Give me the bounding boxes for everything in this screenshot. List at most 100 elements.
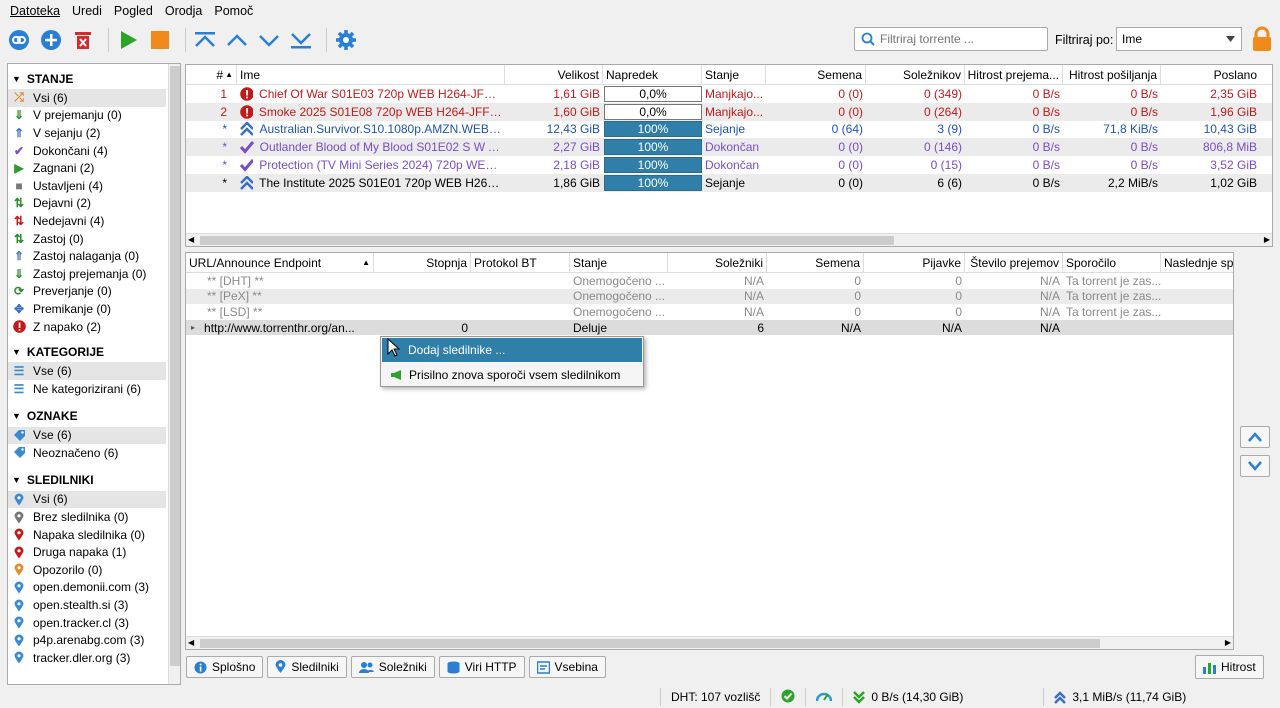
status-filter-item[interactable]: ⇅ Zastoj (0) <box>8 230 166 248</box>
add-torrent-button[interactable] <box>38 27 64 53</box>
sidebar-scrollbar[interactable] <box>168 64 180 684</box>
column-header-tracker-peers[interactable]: Soležniki <box>668 253 767 272</box>
tracker-row[interactable]: ** [PeX] ** Onemogočeno ... N/A 0 0 N/A Ta tor… <box>186 288 1233 305</box>
pause-button[interactable] <box>147 27 173 53</box>
status-filter-item[interactable]: ■ Ustavljeni (4) <box>8 177 166 195</box>
torrent-row[interactable]: 2 Smoke 2025 S01E08 720p WEB H264-JFF[EZT… <box>186 102 1272 121</box>
tracker-filter-item[interactable]: open.demonii.com (3) <box>8 579 166 597</box>
add-link-button[interactable] <box>6 27 32 53</box>
tab-content[interactable]: Vsebina <box>528 656 606 678</box>
status-filter-item[interactable]: ⇓ Zastoj prejemanja (0) <box>8 265 166 283</box>
torrent-list-hscrollbar[interactable]: ◀ ▶ <box>186 233 1272 246</box>
column-header-next-announce[interactable]: Naslednje spo <box>1161 253 1233 272</box>
lock-button[interactable] <box>1250 26 1274 55</box>
scroll-left-icon[interactable]: ◀ <box>188 638 194 647</box>
column-header-uploaded[interactable]: Poslano <box>1161 65 1260 84</box>
scroll-left-icon[interactable]: ◀ <box>188 235 194 244</box>
tracker-filter-item[interactable]: tracker.dler.org (3) <box>8 649 166 667</box>
status-filter-item[interactable]: ⟳ Preverjanje (0) <box>8 283 166 301</box>
column-header-message[interactable]: Sporočilo <box>1063 253 1161 272</box>
move-up-tracker-button[interactable] <box>1240 426 1270 448</box>
tag-item-untagged[interactable]: Neoznačeno (6) <box>8 444 166 462</box>
tracker-filter-item[interactable]: p4p.arenabg.com (3) <box>8 631 166 649</box>
trackers-hscrollbar[interactable]: ◀ ▶ <box>186 636 1233 649</box>
status-filter-item[interactable]: ⇑ Zastoj nalaganja (0) <box>8 247 166 265</box>
tracker-row[interactable]: ** [DHT] ** Onemogočeno ... N/A 0 0 N/A Ta tor… <box>186 273 1233 289</box>
tracker-filter-item[interactable]: Druga napaka (1) <box>8 543 166 561</box>
sidebar-scroll-thumb[interactable] <box>170 66 180 666</box>
column-header-tier[interactable]: Stopnja <box>374 253 471 272</box>
status-filter-item[interactable]: ✥ Premikanje (0) <box>8 300 166 318</box>
scroll-right-icon[interactable]: ▶ <box>1264 235 1270 244</box>
column-header-up-speed[interactable]: Hitrost pošiljanja <box>1063 65 1161 84</box>
column-header-protocol[interactable]: Protokol BT <box>471 253 570 272</box>
menu-file[interactable]: Datoteka <box>4 4 66 18</box>
status-filter-item[interactable]: ▶ Zagnani (2) <box>8 159 166 177</box>
scroll-right-icon[interactable]: ▶ <box>1225 638 1231 647</box>
speed-button[interactable]: Hitrost <box>1195 655 1264 679</box>
tab-trackers[interactable]: Sledilniki <box>267 656 347 678</box>
filter-by-select[interactable]: Ime <box>1116 27 1242 51</box>
column-header-leeches[interactable]: Pijavke <box>864 253 965 272</box>
force-reannounce-menu-item[interactable]: Prisilno znova sporoči vsem sledilnikom <box>382 363 642 387</box>
expand-arrow-icon[interactable]: ▸ <box>191 323 195 332</box>
section-status-header[interactable]: ▼ STANJE <box>8 68 180 89</box>
section-tags-header[interactable]: ▼ OZNAKE <box>8 406 180 427</box>
status-filter-item[interactable]: Z napako (2) <box>8 318 166 336</box>
menu-view[interactable]: Pogled <box>108 4 159 18</box>
torrent-row[interactable]: * Australian.Survivor.S10.1080p.AMZN.WEB-… <box>186 121 1272 139</box>
torrent-row[interactable]: 1 Chief Of War S01E03 720p WEB H264-JFF[E… <box>186 85 1272 103</box>
tracker-filter-item[interactable]: Napaka sledilnika (0) <box>8 526 166 544</box>
decrease-priority-button[interactable] <box>256 27 282 53</box>
status-filter-item[interactable]: ⤮ Vsi (6) <box>8 89 166 107</box>
column-header-url[interactable]: URL/Announce Endpoint ▲ <box>186 253 374 272</box>
column-header-seeds[interactable]: Semena <box>766 65 866 84</box>
menu-help[interactable]: Pomoč <box>208 4 259 18</box>
torrent-row[interactable]: * Protection (TV Mini Series 2024) 720p W… <box>186 156 1272 174</box>
tracker-filter-item[interactable]: open.stealth.si (3) <box>8 596 166 614</box>
column-header-number[interactable]: # ▲ <box>186 65 237 84</box>
column-header-size[interactable]: Velikost <box>505 65 603 84</box>
tracker-row[interactable]: ** [LSD] ** Onemogočeno ... N/A 0 0 N/A Ta tor… <box>186 304 1233 320</box>
resume-button[interactable] <box>115 27 141 53</box>
column-header-down-speed[interactable]: Hitrost prejema... <box>965 65 1063 84</box>
upload-speed-status[interactable]: 3,1 MiB/s (11,74 GiB) <box>1044 690 1196 704</box>
torrent-list-scroll-thumb[interactable] <box>200 236 894 245</box>
status-filter-item[interactable]: ✔ Dokončani (4) <box>8 142 166 160</box>
tab-peers[interactable]: Soležniki <box>350 656 435 678</box>
tracker-row[interactable]: ▸ http://www.torrenthr.org/an... 0 Deluje 6 N… <box>186 319 1233 336</box>
tracker-filter-item[interactable]: open.tracker.cl (3) <box>8 614 166 632</box>
column-header-name[interactable]: Ime <box>237 65 505 84</box>
status-filter-item[interactable]: ⇅ Nedejavni (4) <box>8 212 166 230</box>
tab-http-sources[interactable]: Viri HTTP <box>438 656 525 678</box>
connection-status-button[interactable] <box>771 689 805 706</box>
increase-priority-button[interactable] <box>224 27 250 53</box>
tag-item-all[interactable]: Vse (6) <box>8 426 166 445</box>
download-speed-status[interactable]: 0 B/s (14,30 GiB) <box>843 690 1043 704</box>
status-filter-item[interactable]: ⇅ Dejavni (2) <box>8 195 166 213</box>
column-header-peers[interactable]: Soležnikov <box>866 65 965 84</box>
column-header-progress[interactable]: Napredek <box>603 65 702 84</box>
menu-tools[interactable]: Orodja <box>159 4 209 18</box>
top-priority-button[interactable] <box>192 27 218 53</box>
column-header-tracker-seeds[interactable]: Semena <box>767 253 864 272</box>
options-button[interactable] <box>333 27 359 53</box>
section-categories-header[interactable]: ▼ KATEGORIJE <box>8 341 180 362</box>
category-item-all[interactable]: ☰ Vse (6) <box>8 362 166 380</box>
menu-edit[interactable]: Uredi <box>66 4 108 18</box>
status-filter-item[interactable]: ⇓ V prejemanju (0) <box>8 107 166 125</box>
status-filter-item[interactable]: ⇑ V sejanju (2) <box>8 124 166 142</box>
tracker-filter-item[interactable]: Opozorilo (0) <box>8 561 166 579</box>
column-header-downloaded[interactable]: Število prejemov <box>965 253 1063 272</box>
add-trackers-menu-item[interactable]: Dodaj sledilnike ... <box>382 338 642 362</box>
column-header-status[interactable]: Stanje <box>702 65 766 84</box>
tracker-filter-item[interactable]: Vsi (6) <box>8 490 166 509</box>
delete-button[interactable] <box>70 27 96 53</box>
column-header-tracker-status[interactable]: Stanje <box>570 253 668 272</box>
torrent-row[interactable]: * The Institute 2025 S01E01 720p WEB H264… <box>186 173 1272 192</box>
torrent-filter-field[interactable] <box>854 27 1048 51</box>
tracker-filter-item[interactable]: Brez sledilnika (0) <box>8 508 166 526</box>
move-down-tracker-button[interactable] <box>1240 455 1270 477</box>
category-item-uncategorized[interactable]: ☰ Ne kategorizirani (6) <box>8 380 166 398</box>
tab-general[interactable]: Splošno <box>186 656 264 678</box>
